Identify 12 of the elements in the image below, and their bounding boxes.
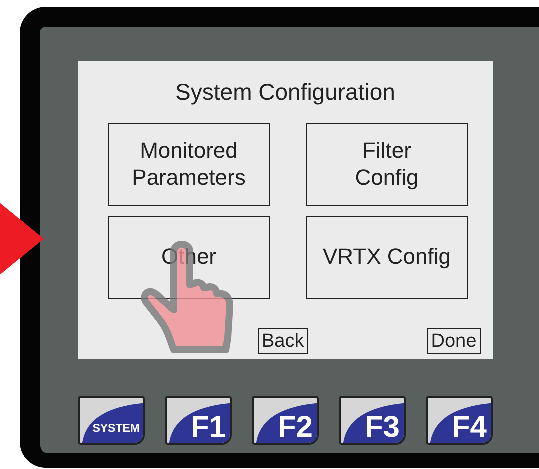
menu-option-button[interactable]: Filter Config bbox=[306, 123, 468, 206]
function-key[interactable]: F1 bbox=[165, 396, 232, 445]
pointer-arrow-icon bbox=[0, 203, 44, 275]
function-key[interactable]: F2 bbox=[252, 396, 319, 445]
menu-option-button[interactable]: Monitored Parameters bbox=[108, 123, 270, 206]
menu-option-button[interactable]: VRTX Config bbox=[306, 216, 468, 299]
function-key[interactable]: F4 bbox=[426, 396, 493, 445]
back-button[interactable]: Back bbox=[258, 328, 308, 354]
done-button[interactable]: Done bbox=[427, 328, 481, 354]
screen-title: System Configuration bbox=[174, 78, 396, 107]
function-key[interactable]: SYSTEM bbox=[78, 396, 145, 445]
function-key[interactable]: F3 bbox=[339, 396, 406, 445]
